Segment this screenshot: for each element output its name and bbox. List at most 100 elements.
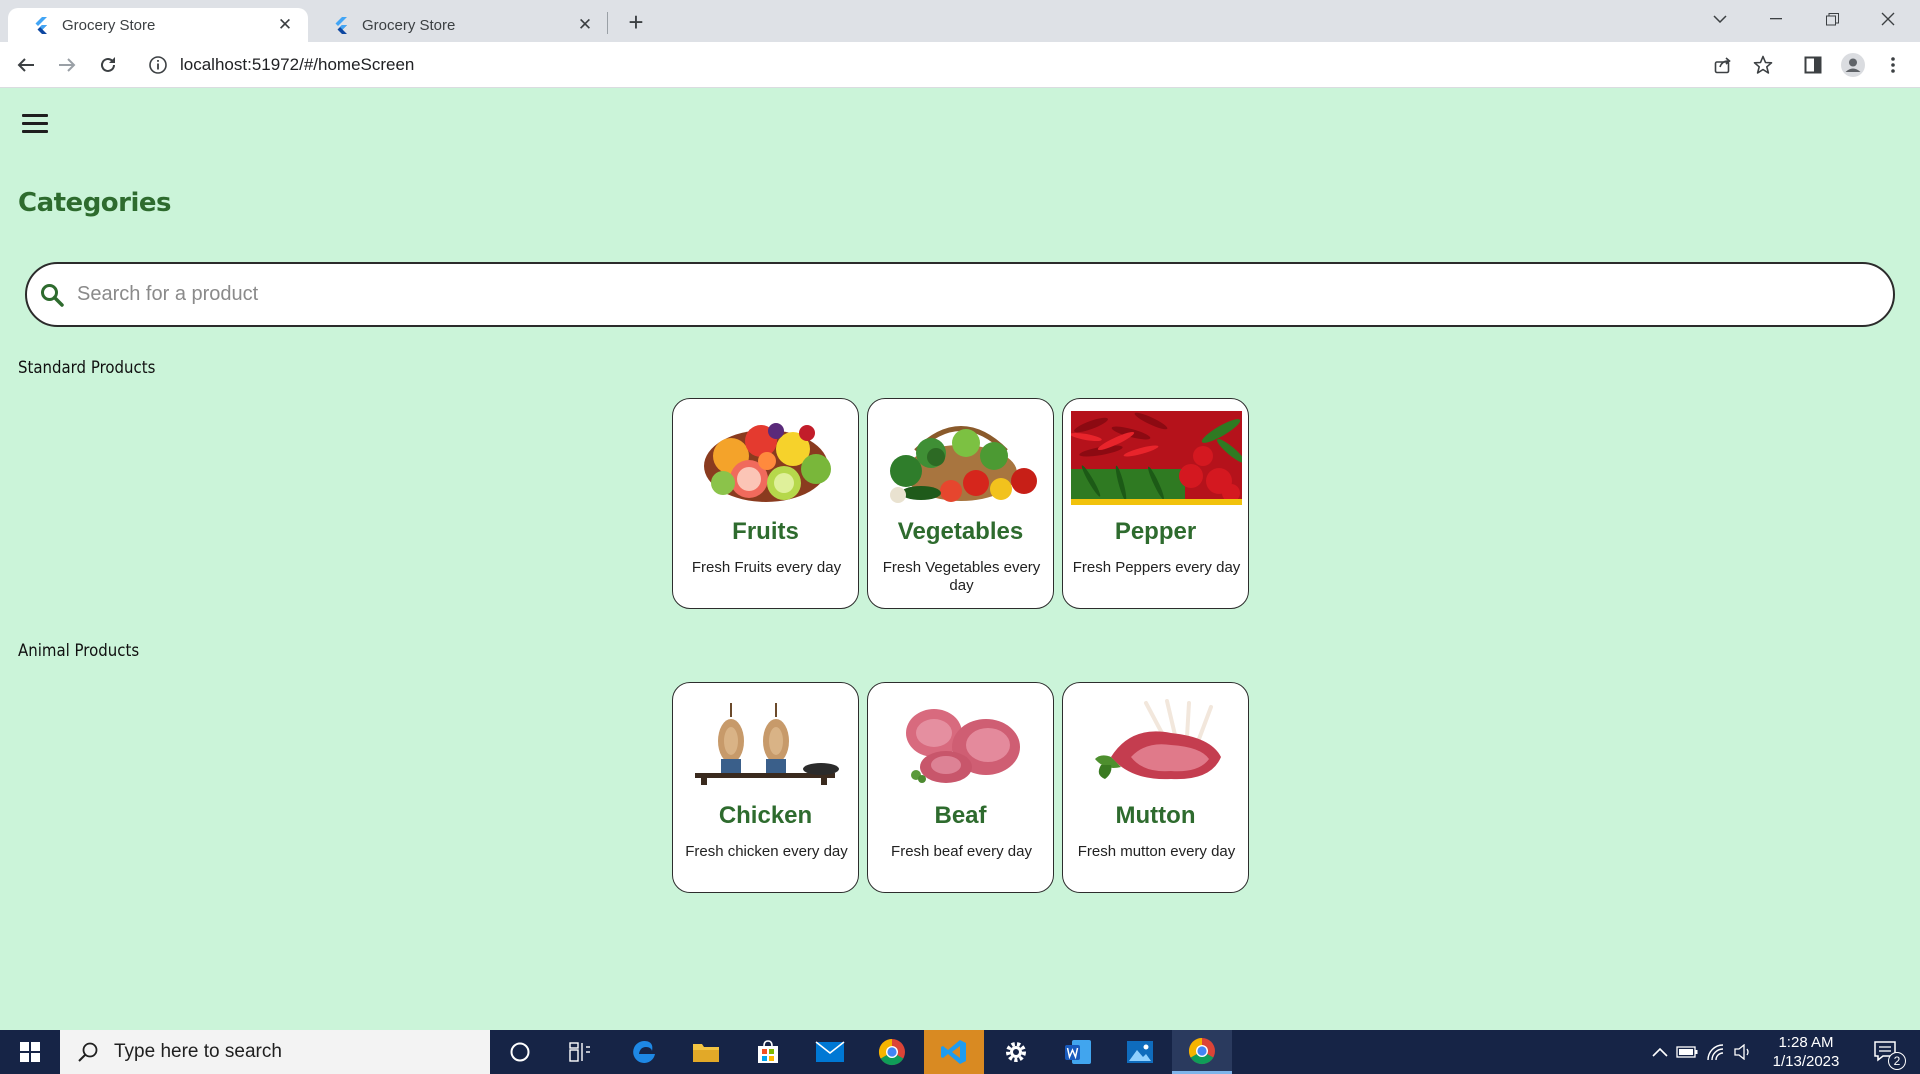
chrome-app[interactable] bbox=[862, 1030, 922, 1074]
address-bar[interactable]: localhost:51972/#/homeScreen bbox=[140, 48, 1720, 82]
card-title: Chicken bbox=[718, 802, 813, 829]
notification-center-button[interactable]: 2 bbox=[1866, 1030, 1906, 1074]
vscode-icon bbox=[941, 1040, 966, 1064]
mail-app[interactable] bbox=[800, 1030, 860, 1074]
card-subtitle: Fresh beaf every day bbox=[891, 843, 1032, 860]
speaker-icon[interactable] bbox=[1734, 1044, 1752, 1060]
card-subtitle: Fresh Vegetables every day bbox=[882, 559, 1041, 594]
category-card-pepper[interactable]: Pepper Fresh Peppers every day bbox=[1062, 398, 1249, 609]
search-icon bbox=[78, 1042, 98, 1062]
restore-button[interactable] bbox=[1804, 0, 1860, 38]
product-search-bar[interactable] bbox=[25, 262, 1895, 327]
taskbar-search-box[interactable]: Type here to search bbox=[60, 1030, 490, 1074]
drawer-menu-button[interactable] bbox=[22, 114, 48, 134]
start-button[interactable] bbox=[0, 1030, 60, 1074]
category-card-chicken[interactable]: Chicken Fresh chicken every day bbox=[672, 682, 859, 893]
reload-button[interactable] bbox=[92, 49, 124, 81]
card-title: Fruits bbox=[732, 518, 799, 545]
section-title-standard-products: Standard Products bbox=[18, 358, 156, 378]
card-subtitle: Fresh mutton every day bbox=[1077, 843, 1236, 860]
card-title: Mutton bbox=[1115, 802, 1196, 829]
forward-button[interactable] bbox=[51, 49, 83, 81]
microsoft-store-app[interactable] bbox=[738, 1030, 798, 1074]
minimize-button[interactable] bbox=[1748, 0, 1804, 38]
photos-icon bbox=[1127, 1041, 1153, 1063]
close-tab-icon[interactable]: ✕ bbox=[274, 14, 296, 36]
star-icon bbox=[1753, 55, 1773, 74]
back-arrow-icon bbox=[17, 58, 34, 72]
beef-image bbox=[906, 709, 1020, 783]
hamburger-menu-icon bbox=[22, 114, 48, 117]
flutter-icon bbox=[35, 17, 47, 34]
cortana-button[interactable] bbox=[490, 1030, 550, 1074]
store-bag-icon bbox=[758, 1040, 778, 1063]
browser-tab-2[interactable]: Grocery Store ✕ bbox=[308, 8, 608, 42]
folder-icon bbox=[693, 1044, 719, 1062]
vscode-app[interactable] bbox=[924, 1030, 984, 1074]
browser-menu-button[interactable] bbox=[1877, 49, 1909, 81]
task-view-button[interactable] bbox=[550, 1030, 610, 1074]
new-tab-button[interactable]: + bbox=[622, 7, 650, 37]
card-subtitle: Fresh Fruits every day bbox=[691, 559, 842, 576]
tab-search-icon[interactable] bbox=[1692, 0, 1748, 38]
close-tab-icon[interactable]: ✕ bbox=[574, 14, 596, 36]
kebab-menu-icon bbox=[1891, 57, 1895, 73]
card-subtitle: Fresh Peppers every day bbox=[1072, 559, 1241, 576]
battery-icon[interactable] bbox=[1676, 1046, 1698, 1058]
category-card-fruits[interactable]: Fruits Fresh Fruits every day bbox=[672, 398, 859, 609]
card-subtitle: Fresh chicken every day bbox=[685, 843, 848, 860]
category-card-mutton[interactable]: Mutton Fresh mutton every day bbox=[1062, 682, 1249, 893]
back-button[interactable] bbox=[10, 49, 42, 81]
pepper-image bbox=[1071, 411, 1242, 505]
clock-date: 1/13/2023 bbox=[1772, 1053, 1840, 1070]
side-panel-icon bbox=[1804, 56, 1822, 74]
taskbar-clock[interactable]: 1:28 AM 1/13/2023 bbox=[1760, 1033, 1852, 1071]
task-view-icon bbox=[569, 1042, 590, 1062]
share-icon bbox=[1714, 57, 1731, 74]
share-button[interactable] bbox=[1707, 49, 1739, 81]
photos-app[interactable] bbox=[1110, 1030, 1170, 1074]
close-window-button[interactable] bbox=[1860, 0, 1916, 38]
chevron-up-icon[interactable] bbox=[1652, 1047, 1668, 1057]
forward-arrow-icon bbox=[59, 58, 76, 72]
card-title: Vegetables bbox=[897, 518, 1024, 545]
settings-app[interactable] bbox=[986, 1030, 1046, 1074]
search-input[interactable] bbox=[77, 283, 1893, 306]
reload-icon bbox=[101, 57, 115, 72]
mail-icon bbox=[815, 1041, 845, 1062]
category-card-beaf[interactable]: Beaf Fresh beaf every day bbox=[867, 682, 1054, 893]
file-explorer-app[interactable] bbox=[676, 1030, 736, 1074]
windows-taskbar: Type here to search 1:28 AM 1/13/2023 2 bbox=[0, 1030, 1920, 1074]
page-title: Categories bbox=[18, 188, 172, 218]
profile-button[interactable] bbox=[1837, 49, 1869, 81]
site-info-icon[interactable] bbox=[148, 55, 168, 75]
chrome-icon bbox=[878, 1038, 905, 1066]
chicken-image bbox=[695, 703, 839, 785]
word-app[interactable] bbox=[1048, 1030, 1108, 1074]
system-tray bbox=[1652, 1030, 1752, 1074]
browser-tab-1[interactable]: Grocery Store ✕ bbox=[8, 8, 308, 42]
url-text: localhost:51972/#/homeScreen bbox=[180, 55, 415, 74]
clock-time: 1:28 AM bbox=[1778, 1034, 1834, 1051]
side-panel-button[interactable] bbox=[1797, 49, 1829, 81]
browser-tabstrip: Grocery Store ✕ Grocery Store ✕ + bbox=[0, 0, 1920, 42]
taskbar-search-placeholder: Type here to search bbox=[114, 1041, 282, 1062]
vegetables-image bbox=[890, 426, 1037, 503]
word-icon bbox=[1065, 1040, 1091, 1064]
mutton-image bbox=[1095, 699, 1221, 780]
fruits-image bbox=[704, 423, 831, 502]
bookmark-button[interactable] bbox=[1747, 49, 1779, 81]
tab-title: Grocery Store bbox=[362, 16, 456, 34]
cortana-circle-icon bbox=[510, 1042, 530, 1062]
profile-avatar-icon bbox=[1841, 53, 1865, 77]
gear-icon bbox=[1006, 1042, 1026, 1062]
category-card-vegetables[interactable]: Vegetables Fresh Vegetables every day bbox=[867, 398, 1054, 609]
chrome-app-running[interactable] bbox=[1172, 1030, 1232, 1074]
edge-icon bbox=[633, 1041, 655, 1063]
search-icon bbox=[41, 283, 64, 307]
flutter-icon bbox=[335, 17, 347, 34]
tab-divider bbox=[607, 12, 608, 34]
browser-toolbar: localhost:51972/#/homeScreen bbox=[0, 42, 1920, 88]
wifi-icon[interactable] bbox=[1706, 1043, 1726, 1061]
edge-app[interactable] bbox=[614, 1030, 674, 1074]
